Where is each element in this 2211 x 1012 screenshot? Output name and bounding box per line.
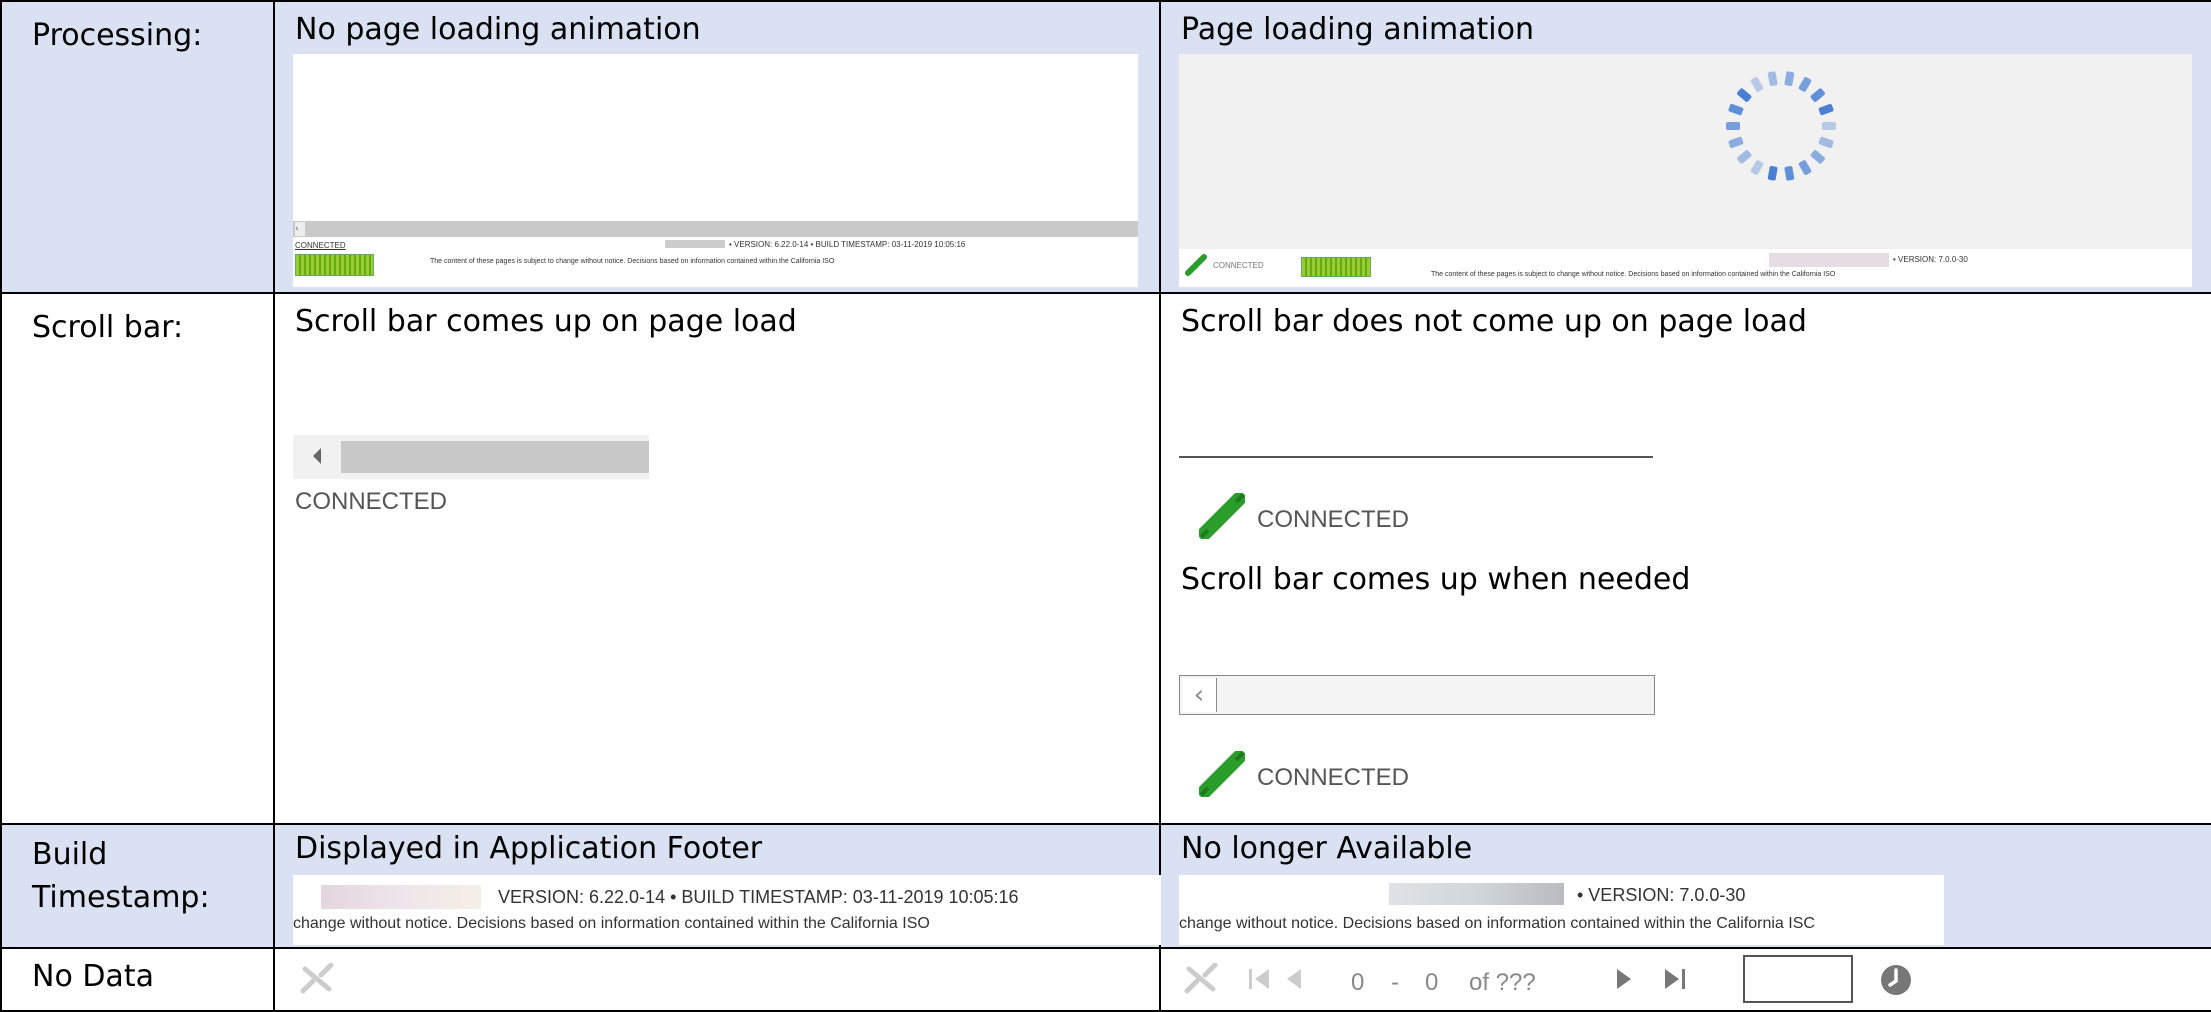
new-version-line: • VERSION: 7.0.0-30 bbox=[1893, 255, 1968, 264]
new-cell: Page loading animation CONNECTED • VERSI… bbox=[1159, 0, 2211, 294]
old-cell: Displayed in Application Footer VERSION:… bbox=[273, 823, 1163, 949]
old-heading: No page loading animation bbox=[295, 12, 701, 47]
scroll-left-arrow-icon[interactable]: ‹ bbox=[295, 222, 305, 236]
row-label: Build Timestamp: bbox=[2, 825, 273, 919]
new-subheading: Scroll bar comes up when needed bbox=[1181, 562, 1691, 597]
loading-spinner-icon bbox=[1726, 71, 1836, 181]
row-label: No Data bbox=[32, 959, 154, 994]
old-cell: No page loading animation ‹ CONNECTED • … bbox=[273, 0, 1161, 294]
old-connected: CONNECTED bbox=[295, 241, 346, 250]
old-notice: The content of these pages is subject to… bbox=[430, 258, 835, 265]
pager-first-icon[interactable] bbox=[1247, 965, 1273, 993]
label-cell: Build Timestamp: bbox=[0, 823, 275, 949]
scroll-thumb[interactable] bbox=[341, 441, 649, 473]
old-notice: change without notice. Decisions based o… bbox=[293, 915, 930, 932]
spinner-segment bbox=[1767, 165, 1778, 181]
page-number-input[interactable] bbox=[1743, 955, 1853, 1003]
row-processing: Processing: No page loading animation ‹ … bbox=[0, 0, 2211, 294]
old-version: VERSION: 6.22.0-14 • BUILD TIMESTAMP: 03… bbox=[498, 887, 1019, 907]
plug-connected-icon bbox=[1199, 493, 1245, 539]
spinner-segment bbox=[1750, 160, 1764, 175]
spinner-segment bbox=[1798, 77, 1812, 92]
refresh-icon[interactable] bbox=[1879, 963, 1913, 997]
row-label: Processing: bbox=[32, 18, 203, 53]
label-cell: No Data bbox=[0, 947, 275, 1012]
new-version: • VERSION: 7.0.0-30 bbox=[1577, 885, 1746, 905]
row-scrollbar: Scroll bar: Scroll bar comes up on page … bbox=[0, 292, 2211, 825]
connection-meter bbox=[295, 254, 374, 276]
new-notice: The content of these pages is subject to… bbox=[1431, 271, 1836, 278]
spinner-segment bbox=[1822, 122, 1836, 130]
old-heading: Displayed in Application Footer bbox=[295, 831, 763, 866]
new-scrollbar[interactable]: ‹ bbox=[1179, 675, 1655, 715]
new-connected-2: CONNECTED bbox=[1257, 764, 1410, 791]
blurred-region bbox=[321, 885, 481, 909]
label-cell: Processing: bbox=[0, 0, 275, 294]
spinner-segment bbox=[1784, 165, 1795, 181]
spinner-segment bbox=[1737, 88, 1752, 102]
new-heading: Page loading animation bbox=[1181, 12, 1535, 47]
spinner-segment bbox=[1818, 103, 1834, 116]
spinner-segment bbox=[1737, 150, 1752, 164]
connection-meter bbox=[1301, 257, 1371, 277]
new-cell: 0 - 0 of ??? bbox=[1159, 947, 2211, 1012]
blurred-region bbox=[1769, 253, 1889, 267]
footer-divider bbox=[1179, 456, 1653, 458]
spinner-segment bbox=[1810, 88, 1825, 102]
row-label: Scroll bar: bbox=[32, 310, 184, 345]
spinner-segment bbox=[1728, 136, 1744, 149]
new-footer-shot: • VERSION: 7.0.0-30 change without notic… bbox=[1179, 875, 1944, 945]
old-heading: Scroll bar comes up on page load bbox=[295, 304, 797, 339]
row-no-data: No Data 0 - 0 of ??? bbox=[0, 947, 2211, 1012]
blurred-region bbox=[665, 240, 725, 248]
new-cell: Scroll bar does not come up on page load… bbox=[1159, 292, 2211, 825]
pager-prev-icon[interactable] bbox=[1285, 965, 1305, 993]
label-line-2: Timestamp: bbox=[32, 880, 210, 915]
pager-last-icon[interactable] bbox=[1661, 965, 1687, 993]
plug-connected-icon bbox=[1199, 751, 1245, 797]
spinner-segment bbox=[1818, 136, 1834, 149]
spinner-segment bbox=[1728, 103, 1744, 116]
scroll-left-arrow-icon[interactable]: ‹ bbox=[1182, 678, 1217, 712]
old-cell: Scroll bar comes up on page load CONNECT… bbox=[273, 292, 1161, 825]
row-build-timestamp: Build Timestamp: Displayed in Applicatio… bbox=[0, 823, 2211, 949]
spinner-segment bbox=[1726, 122, 1740, 130]
spinner-segment bbox=[1750, 77, 1764, 92]
new-cell: No longer Available • VERSION: 7.0.0-30 … bbox=[1159, 823, 2211, 949]
spinner-segment bbox=[1798, 160, 1812, 175]
label-cell: Scroll bar: bbox=[0, 292, 275, 825]
spinner-segment bbox=[1767, 71, 1778, 87]
old-app-screenshot: ‹ CONNECTED • VERSION: 6.22.0-14 • BUILD… bbox=[293, 54, 1138, 287]
comparison-table: Processing: No page loading animation ‹ … bbox=[0, 0, 2211, 1012]
old-version-line: • VERSION: 6.22.0-14 • BUILD TIMESTAMP: … bbox=[729, 240, 966, 249]
label-line-1: Build bbox=[32, 837, 108, 872]
pager-to: 0 bbox=[1425, 969, 1439, 996]
new-connected: CONNECTED bbox=[1257, 506, 1410, 533]
old-cell bbox=[273, 947, 1161, 1012]
scroll-left-arrow-icon[interactable] bbox=[313, 448, 321, 464]
spinner-segment bbox=[1810, 150, 1825, 164]
new-heading: Scroll bar does not come up on page load bbox=[1181, 304, 1807, 339]
new-heading: No longer Available bbox=[1181, 831, 1473, 866]
pager-of: of ??? bbox=[1469, 969, 1536, 996]
old-footer-shot: VERSION: 6.22.0-14 • BUILD TIMESTAMP: 03… bbox=[293, 875, 1163, 945]
new-app-screenshot: CONNECTED • VERSION: 7.0.0-30 The conten… bbox=[1179, 54, 2192, 287]
disconnected-icon bbox=[300, 963, 334, 994]
blurred-region bbox=[1389, 883, 1564, 905]
pager-dash: - bbox=[1391, 969, 1399, 996]
spinner-segment bbox=[1784, 71, 1795, 87]
old-connected: CONNECTED bbox=[295, 488, 448, 515]
pager-next-icon[interactable] bbox=[1613, 965, 1633, 993]
old-scrollbar[interactable] bbox=[293, 435, 649, 479]
new-notice: change without notice. Decisions based o… bbox=[1179, 915, 1815, 932]
old-scrollbar[interactable] bbox=[293, 221, 1138, 237]
new-connected: CONNECTED bbox=[1213, 261, 1264, 270]
disconnected-icon bbox=[1184, 963, 1218, 994]
plug-connected-icon bbox=[1185, 254, 1207, 276]
pager-from: 0 bbox=[1351, 969, 1365, 996]
